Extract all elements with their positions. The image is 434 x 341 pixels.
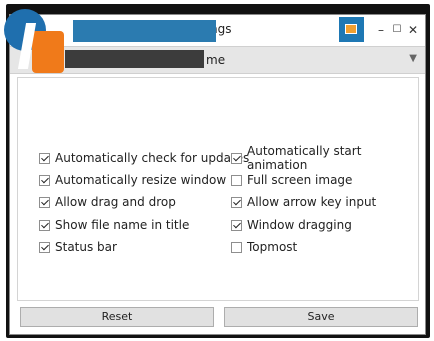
title-redaction-overlay	[73, 20, 216, 42]
option-drag-drop[interactable]: Allow drag and drop	[39, 194, 176, 210]
chevron-down-icon[interactable]: ▼	[409, 53, 417, 64]
checkbox[interactable]	[231, 241, 242, 253]
option-label: Automatically resize window	[55, 173, 227, 187]
category-dropdown[interactable]: me ▼	[10, 46, 425, 74]
checkbox[interactable]	[231, 219, 242, 231]
logo-orange-shape	[32, 31, 64, 73]
option-window-dragging[interactable]: Window dragging	[231, 217, 352, 233]
option-file-name-title[interactable]: Show file name in title	[39, 217, 189, 233]
option-label: Allow arrow key input	[247, 195, 377, 209]
option-status-bar[interactable]: Status bar	[39, 239, 117, 255]
save-button[interactable]: Save	[224, 307, 418, 327]
option-full-screen[interactable]: Full screen image	[231, 172, 352, 188]
watermark-logo	[4, 9, 64, 73]
checkbox[interactable]	[231, 174, 242, 186]
option-label: Automatically start animation	[247, 144, 362, 172]
option-label: Window dragging	[247, 218, 352, 232]
option-arrow-key-input[interactable]: Allow arrow key input	[231, 194, 376, 210]
option-label: Status bar	[55, 240, 117, 254]
dropdown-selected-value: me	[206, 53, 226, 67]
checkbox[interactable]	[39, 219, 50, 231]
image-icon	[345, 24, 357, 34]
option-label: Allow drag and drop	[55, 195, 176, 209]
checkbox[interactable]	[39, 196, 50, 208]
option-label: Show file name in title	[55, 218, 190, 232]
reset-button[interactable]: Reset	[20, 307, 214, 327]
option-label: Full screen image	[247, 173, 353, 187]
close-button[interactable]: ✕	[404, 21, 422, 39]
checkbox[interactable]	[39, 152, 50, 164]
checkbox[interactable]	[39, 174, 50, 186]
option-start-animation[interactable]: Automatically start animation	[231, 144, 418, 172]
option-label: Automatically check for updates	[55, 151, 250, 165]
options-panel: Automatically check for updates Automati…	[17, 77, 419, 301]
option-check-updates[interactable]: Automatically check for updates	[39, 150, 249, 166]
settings-window: ngs – ☐ ✕ me ▼ Automatically check for u…	[9, 14, 426, 335]
option-label: Topmost	[247, 240, 298, 254]
title-bar[interactable]: ngs – ☐ ✕	[10, 15, 425, 45]
checkbox[interactable]	[231, 152, 242, 164]
checkbox[interactable]	[231, 196, 242, 208]
image-app-icon-button[interactable]	[339, 17, 364, 42]
option-topmost[interactable]: Topmost	[231, 239, 297, 255]
checkbox[interactable]	[39, 241, 50, 253]
dropdown-redaction-overlay	[65, 50, 204, 68]
option-resize-window[interactable]: Automatically resize window	[39, 172, 226, 188]
